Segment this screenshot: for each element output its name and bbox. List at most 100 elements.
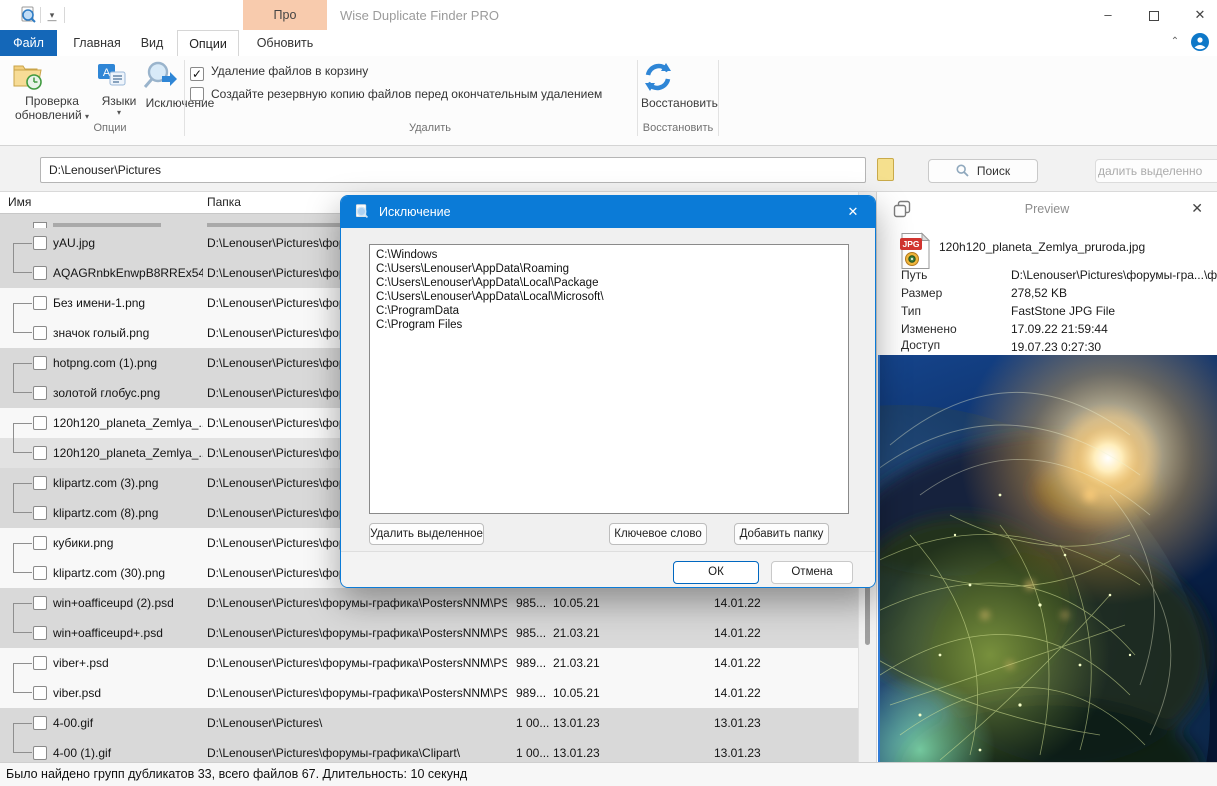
title-bar: ▾ — Про Wise Duplicate Finder PRO – ✕ [0,0,1217,30]
cell-accessed: 14.01.22 [714,626,761,640]
row-checkbox[interactable] [33,356,47,370]
column-header-name[interactable]: Имя [8,195,31,209]
row-checkbox[interactable] [33,386,47,400]
cell-accessed: 14.01.22 [714,656,761,670]
cell-size: 985... [516,596,547,610]
row-checkbox[interactable] [33,626,47,640]
column-header-folder[interactable]: Папка [207,195,241,209]
scan-path-input[interactable]: D:\Lenouser\Pictures [40,157,866,183]
separator [718,60,719,136]
cell-size: 989... [516,656,547,670]
dialog-ok-button[interactable]: ОК [673,561,759,584]
cell-name: Без имени-1.png [53,296,146,310]
languages-button[interactable]: A Языки ▾ [96,60,142,117]
cell-accessed: 14.01.22 [714,596,761,610]
cell-name: yAU.jpg [53,236,96,250]
separator [40,7,41,23]
chevron-down-icon: ▾ [84,112,89,121]
tab-update[interactable]: Обновить [243,30,327,56]
cell-size: 989... [516,686,547,700]
row-checkbox[interactable] [33,746,47,760]
recycle-checkbox-label: Удаление файлов в корзину [211,64,369,78]
status-bar: Было найдено групп дубликатов 33, всего … [0,762,1217,786]
cell-modified: 10.05.21 [553,596,600,610]
cell-name: 120h120_planeta_Zemlya_... [53,446,203,460]
tab-options[interactable]: Опции [177,30,239,56]
search-button[interactable]: Поиск [928,159,1038,183]
row-checkbox[interactable] [33,536,47,550]
table-row[interactable]: win+oafficeupd+.psd D:\Lenouser\Pictures\… [0,618,858,648]
recycle-checkbox[interactable]: ✓ [190,67,204,81]
preview-title: Preview [1024,202,1070,216]
preview-close-icon[interactable]: ✕ [1191,200,1203,217]
languages-label: Языки [101,94,137,108]
dialog-title: Исключение [379,205,451,219]
cell-name: win+oafficeupd (2).psd [53,596,174,610]
exclusion-path-list[interactable]: C:\Windows C:\Users\Lenouser\AppData\Roa… [369,244,849,514]
dialog-add-folder-button[interactable]: Добавить папку [734,523,829,545]
minimize-button[interactable]: – [1085,0,1131,30]
row-checkbox[interactable] [33,326,47,340]
chevron-down-icon[interactable]: ▾ — [44,6,60,25]
tab-home[interactable]: Главная [63,30,131,56]
cell-modified: 10.05.21 [553,686,600,700]
scrollbar-thumb[interactable] [865,585,870,645]
dialog-close-icon[interactable]: ✕ [831,196,875,228]
recycle-checkbox-row[interactable]: ✓ Удаление файлов в корзину [190,64,368,81]
group-bracket [13,423,32,453]
detail-label-modified: Изменено [901,322,957,336]
row-checkbox[interactable] [33,686,47,700]
folder-clock-icon [10,60,94,92]
dialog-cancel-button[interactable]: Отмена [771,561,853,584]
dialog-title-bar[interactable]: Исключение ✕ [341,196,875,228]
row-checkbox[interactable] [33,596,47,610]
maximize-button[interactable] [1131,0,1177,30]
table-row[interactable]: 4-00 (1).gif D:\Lenouser\Pictures\форумы-… [0,738,858,762]
search-icon [956,164,969,177]
chevron-up-icon[interactable]: ⌃ [1167,34,1183,50]
table-row[interactable]: win+oafficeupd (2).psd D:\Lenouser\Pictur… [0,588,858,618]
cell-name: klipartz.com (30).png [53,566,166,580]
user-icon[interactable] [1191,33,1209,51]
row-checkbox[interactable] [33,266,47,280]
detail-value-modified: 17.09.22 21:59:44 [1011,322,1108,336]
table-row[interactable]: 4-00.gif D:\Lenouser\Pictures\ 1 00... 13.0… [0,708,858,738]
ribbon-tabs: Файл Главная Вид Опции Обновить [0,30,1217,56]
pro-badge[interactable]: Про [243,0,327,30]
check-updates-button[interactable]: Проверка обновлений ▾ [10,60,94,122]
table-row[interactable]: viber+.psd D:\Lenouser\Pictures\форумы-гр… [0,648,858,678]
backup-checkbox-row[interactable]: Создайте резервную копию файлов перед ок… [190,87,602,101]
dialog-keyword-button[interactable]: Ключевое слово [609,523,707,545]
backup-checkbox-label: Создайте резервную копию файлов перед ок… [211,87,603,101]
row-checkbox[interactable] [33,506,47,520]
cell-accessed: 14.01.22 [714,686,761,700]
detail-value-size: 278,52 KB [1011,286,1068,300]
row-checkbox[interactable] [33,656,47,670]
row-checkbox[interactable] [33,716,47,730]
tab-file[interactable]: Файл [0,30,57,56]
restore-button[interactable]: Восстановить [641,60,718,110]
window-title: Wise Duplicate Finder PRO [340,8,499,23]
group-bracket [13,483,32,513]
cell-folder: D:\Lenouser\Pictures\форумы-графика\Post… [207,656,507,670]
cell-name: AQAGRnbkEnwpB8RREx54... [53,266,203,280]
row-checkbox[interactable] [33,566,47,580]
preview-file-name: 120h120_planeta_Zemlya_pruroda.jpg [939,240,1146,254]
row-checkbox[interactable] [33,446,47,460]
cell-name: win+oafficeupd+.psd [53,626,163,640]
close-button[interactable]: ✕ [1177,0,1217,30]
row-checkbox[interactable] [33,416,47,430]
group-label-restore: Восстановить [642,122,714,134]
delete-selected-button[interactable]: далить выделенно [1095,159,1217,183]
detail-value-type: FastStone JPG File [1011,304,1116,318]
folder-browse-icon[interactable] [876,157,895,182]
row-checkbox[interactable] [33,236,47,250]
cell-size: 1 00... [516,746,550,760]
row-checkbox[interactable] [33,476,47,490]
backup-checkbox[interactable] [190,87,204,101]
tab-view[interactable]: Вид [131,30,173,56]
cell-folder: D:\Lenouser\Pictures\форумы-графика\Clip… [207,746,461,760]
row-checkbox[interactable] [33,296,47,310]
dialog-delete-selected-button[interactable]: Удалить выделенное [369,523,484,545]
table-row[interactable]: viber.psd D:\Lenouser\Pictures\форумы-гра… [0,678,858,708]
